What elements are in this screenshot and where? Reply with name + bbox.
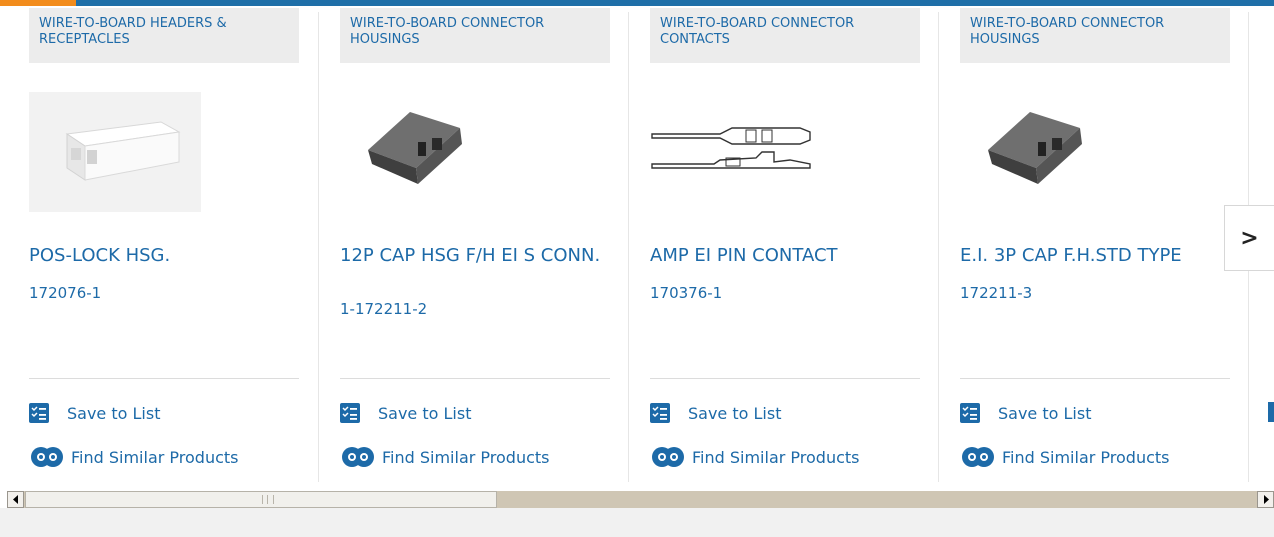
- save-to-list-link[interactable]: Save to List: [340, 402, 471, 424]
- save-to-list-label: Save to List: [688, 403, 782, 423]
- find-similar-link[interactable]: Find Similar Products: [650, 446, 860, 468]
- find-similar-label: Find Similar Products: [382, 447, 550, 467]
- product-image[interactable]: [340, 92, 512, 212]
- save-to-list-link[interactable]: Save to List: [960, 402, 1091, 424]
- card-separator: [340, 378, 610, 379]
- find-similar-label: Find Similar Products: [71, 447, 239, 467]
- product-title[interactable]: 12P CAP HSG F/H EI S CONN.: [340, 246, 610, 265]
- product-image[interactable]: [960, 92, 1132, 212]
- checklist-icon: [1268, 402, 1274, 422]
- save-to-list-link[interactable]: Save to List: [650, 402, 781, 424]
- product-card: WIRE-TO-BOARD CONNECTOR HOUSINGS 12P CAP…: [311, 6, 621, 482]
- checklist-icon: [650, 403, 670, 423]
- card-separator: [650, 378, 920, 379]
- part-number[interactable]: 170376-1: [650, 284, 722, 302]
- gears-icon: [342, 447, 374, 467]
- find-similar-link[interactable]: Find Similar Products: [29, 446, 239, 468]
- category-label[interactable]: WIRE-TO-BOARD CONNECTOR HOUSINGS: [960, 8, 1230, 63]
- category-label[interactable]: WIRE-TO-BOARD CONNECTOR CONTACTS: [650, 8, 920, 63]
- checklist-icon: [960, 403, 980, 423]
- arrow-right-icon: [1263, 495, 1269, 504]
- horizontal-scrollbar[interactable]: [7, 491, 1274, 508]
- product-image[interactable]: [29, 92, 201, 212]
- product-carousel: WIRE-TO-BOARD HEADERS & RECEPTACLES POS-…: [0, 6, 1274, 482]
- product-title[interactable]: POS-LOCK HSG.: [29, 246, 299, 265]
- product-card: WIRE-TO-BOARD CONNECTOR CONTACTS AMP EI …: [621, 6, 931, 482]
- scroll-right-button[interactable]: [1257, 491, 1274, 508]
- checklist-icon: [29, 403, 49, 423]
- category-label[interactable]: WIRE-TO-BOARD HEADERS & RECEPTACLES: [29, 8, 299, 63]
- checklist-icon: [340, 403, 360, 423]
- card-separator: [29, 378, 299, 379]
- footer-area: [0, 508, 1274, 537]
- scrollbar-thumb[interactable]: [25, 491, 497, 508]
- find-similar-link[interactable]: Find Similar Products: [340, 446, 550, 468]
- save-to-list-label: Save to List: [67, 403, 161, 423]
- find-similar-label: Find Similar Products: [692, 447, 860, 467]
- arrow-left-icon: [12, 495, 18, 504]
- save-to-list-label: Save to List: [998, 403, 1092, 423]
- card-separator: [960, 378, 1230, 379]
- category-label[interactable]: WIRE-TO-BOARD CONNECTOR HOUSINGS: [340, 8, 610, 63]
- product-image[interactable]: [650, 92, 822, 212]
- part-number[interactable]: 172076-1: [29, 284, 101, 302]
- gears-icon: [652, 447, 684, 467]
- thumb-grip: [262, 495, 274, 504]
- carousel-next-button[interactable]: >: [1224, 205, 1274, 271]
- part-number[interactable]: 1-172211-2: [340, 300, 427, 318]
- gears-icon: [31, 447, 63, 467]
- find-similar-label: Find Similar Products: [1002, 447, 1170, 467]
- scroll-left-button[interactable]: [7, 491, 24, 508]
- save-to-list-link[interactable]: Save to List: [29, 402, 160, 424]
- save-to-list-label: Save to List: [378, 403, 472, 423]
- chevron-right-icon: >: [1240, 225, 1259, 251]
- find-similar-link[interactable]: Find Similar Products: [960, 446, 1170, 468]
- product-title[interactable]: E.I. 3P CAP F.H.STD TYPE: [960, 246, 1230, 265]
- product-card: WIRE-TO-BOARD HEADERS & RECEPTACLES POS-…: [0, 6, 310, 482]
- part-number[interactable]: 172211-3: [960, 284, 1032, 302]
- product-card: WIRE-TO-BOARD CONNECTOR HOUSINGS E.I. 3P…: [931, 6, 1241, 482]
- product-title[interactable]: AMP EI PIN CONTACT: [650, 246, 920, 265]
- gears-icon: [962, 447, 994, 467]
